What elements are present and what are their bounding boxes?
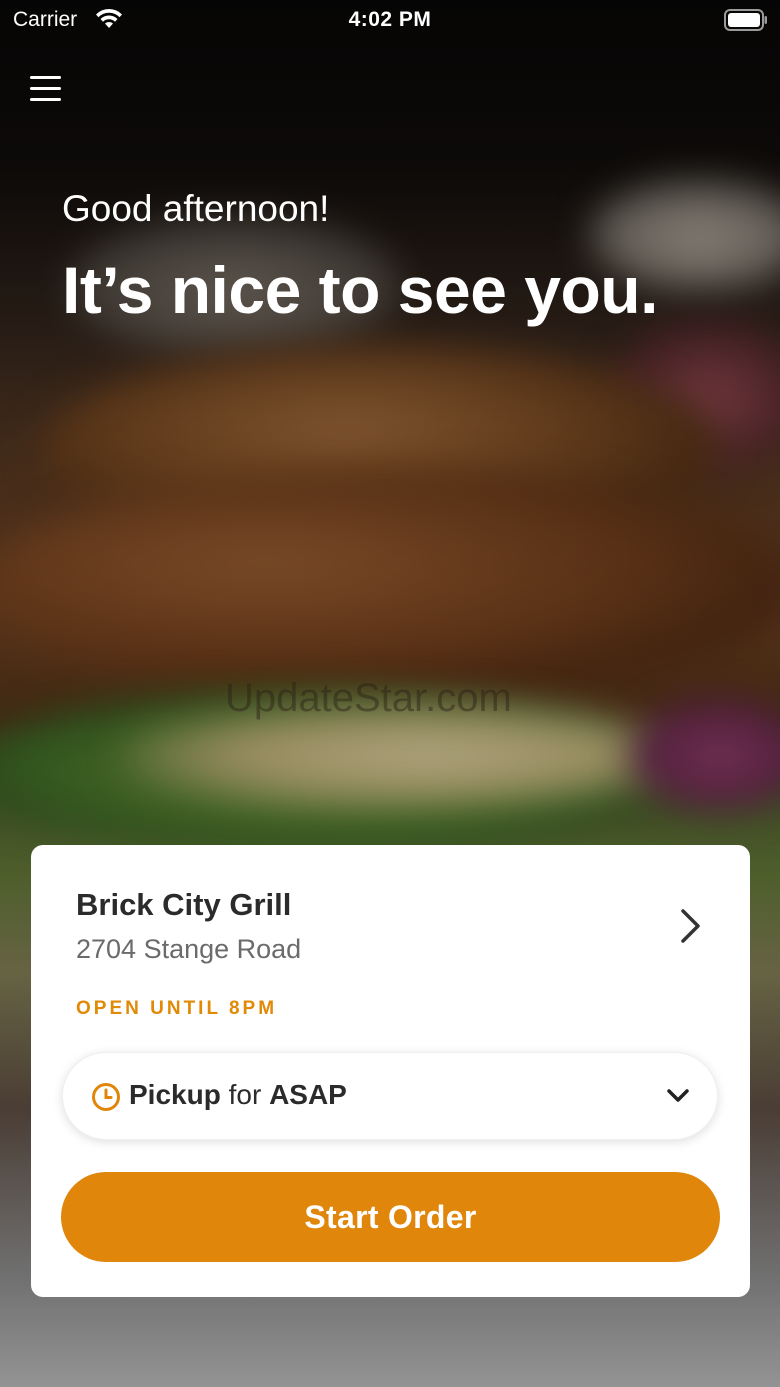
status-time: 4:02 PM (348, 8, 432, 31)
watermark: UpdateStar.com (225, 676, 512, 720)
pickup-mode: Pickup (129, 1079, 221, 1110)
clock-icon (92, 1083, 120, 1111)
pickup-time: ASAP (269, 1079, 347, 1110)
chevron-right-icon[interactable] (676, 907, 706, 945)
chevron-down-icon (667, 1089, 689, 1102)
hamburger-menu-icon[interactable] (30, 74, 61, 102)
start-order-button[interactable]: Start Order (61, 1172, 720, 1262)
restaurant-address: 2704 Stange Road (76, 934, 302, 964)
location-card: Brick City Grill 2704 Stange Road OPEN U… (31, 845, 750, 1297)
restaurant-name[interactable]: Brick City Grill (76, 887, 291, 923)
welcome-headline: It’s nice to see you. (62, 253, 658, 327)
pickup-summary: Pickup for ASAP (129, 1079, 347, 1111)
open-status-label: OPEN UNTIL 8PM (76, 998, 278, 1019)
battery-icon (724, 9, 767, 31)
pickup-connector: for (228, 1079, 262, 1110)
status-bar: Carrier 4:02 PM (0, 0, 780, 40)
greeting-text: Good afternoon! (62, 188, 330, 229)
pickup-time-selector[interactable]: Pickup for ASAP (62, 1052, 718, 1140)
